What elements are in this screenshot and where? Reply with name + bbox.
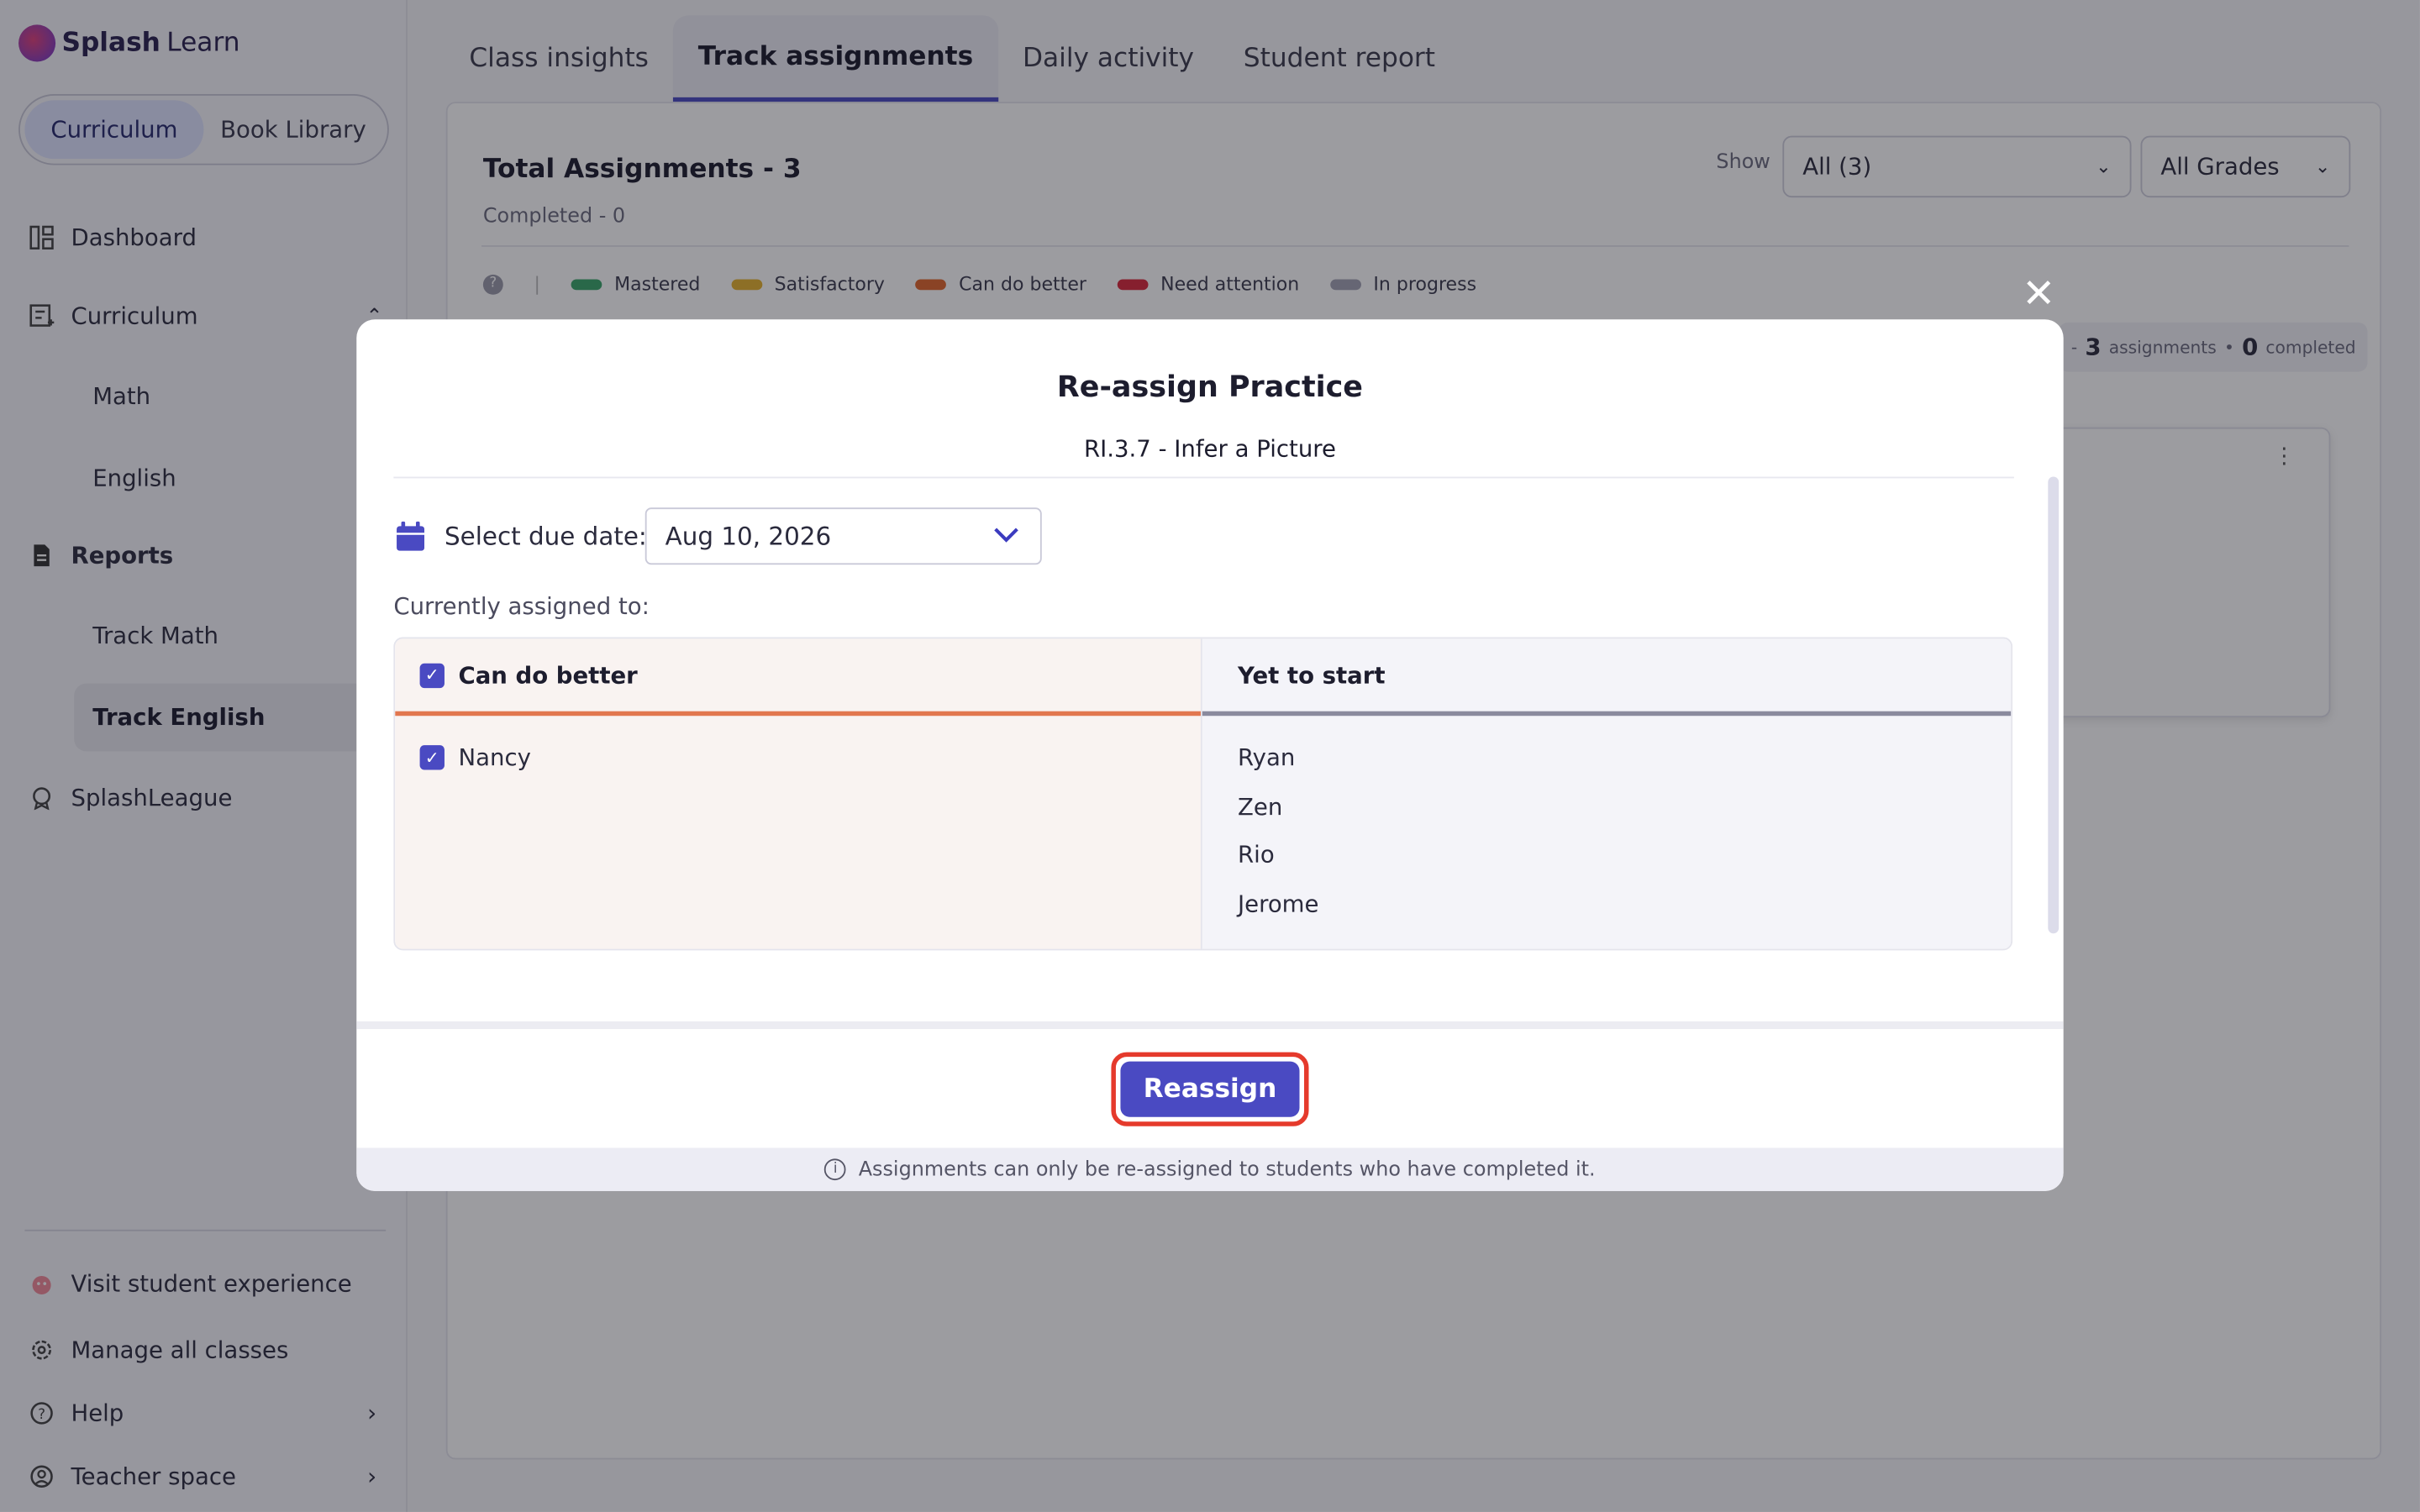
currently-assigned-label: Currently assigned to: — [393, 592, 650, 621]
student-row[interactable]: ✓ Nancy — [395, 743, 1201, 771]
due-date-label: Select due date: — [444, 521, 647, 551]
student-name: Nancy — [458, 743, 531, 772]
modal-scrollbar[interactable] — [2048, 476, 2060, 934]
calendar-icon — [397, 521, 425, 551]
modal-footer-divider — [356, 1021, 2064, 1030]
footer-note-text: Assignments can only be re-assigned to s… — [858, 1158, 1596, 1181]
modal-footer-note: i Assignments can only be re-assigned to… — [356, 1147, 2064, 1191]
modal-subtitle: RI.3.7 - Infer a Picture — [1083, 434, 1336, 464]
assignment-status-table: ✓ Can do better ✓ Nancy Yet to start Rya… — [393, 637, 2013, 951]
select-all-checkbox[interactable]: ✓ — [419, 662, 445, 688]
reassign-modal: Re-assign Practice RI.3.7 - Infer a Pict… — [356, 319, 2064, 1191]
info-icon: i — [824, 1158, 847, 1181]
chevron-down-icon — [994, 524, 1018, 549]
modal-title: Re-assign Practice — [1056, 370, 1364, 405]
student-name: Ryan — [1238, 743, 1296, 772]
reassign-button[interactable]: Reassign — [1120, 1061, 1300, 1117]
reassign-button-highlight: Reassign — [1111, 1052, 1309, 1126]
due-date-value: Aug 10, 2026 — [665, 521, 832, 551]
yet-to-start-column: Yet to start Ryan Zen Rio Jerome — [1202, 638, 2012, 949]
modal-divider — [393, 476, 2014, 479]
close-icon[interactable]: ✕ — [2018, 275, 2059, 315]
can-do-better-column: ✓ Can do better ✓ Nancy — [395, 638, 1202, 949]
due-date-dropdown[interactable]: Aug 10, 2026 — [644, 507, 1042, 565]
can-do-better-header: ✓ Can do better — [395, 638, 1201, 717]
student-name: Rio — [1238, 841, 1275, 869]
yet-to-start-header: Yet to start — [1202, 638, 2012, 717]
can-do-better-header-label: Can do better — [458, 661, 638, 690]
student-name: Zen — [1238, 792, 1283, 821]
yet-to-start-list: Ryan Zen Rio Jerome — [1202, 743, 2011, 937]
student-checkbox[interactable]: ✓ — [419, 745, 445, 770]
student-name: Jerome — [1238, 889, 1319, 917]
